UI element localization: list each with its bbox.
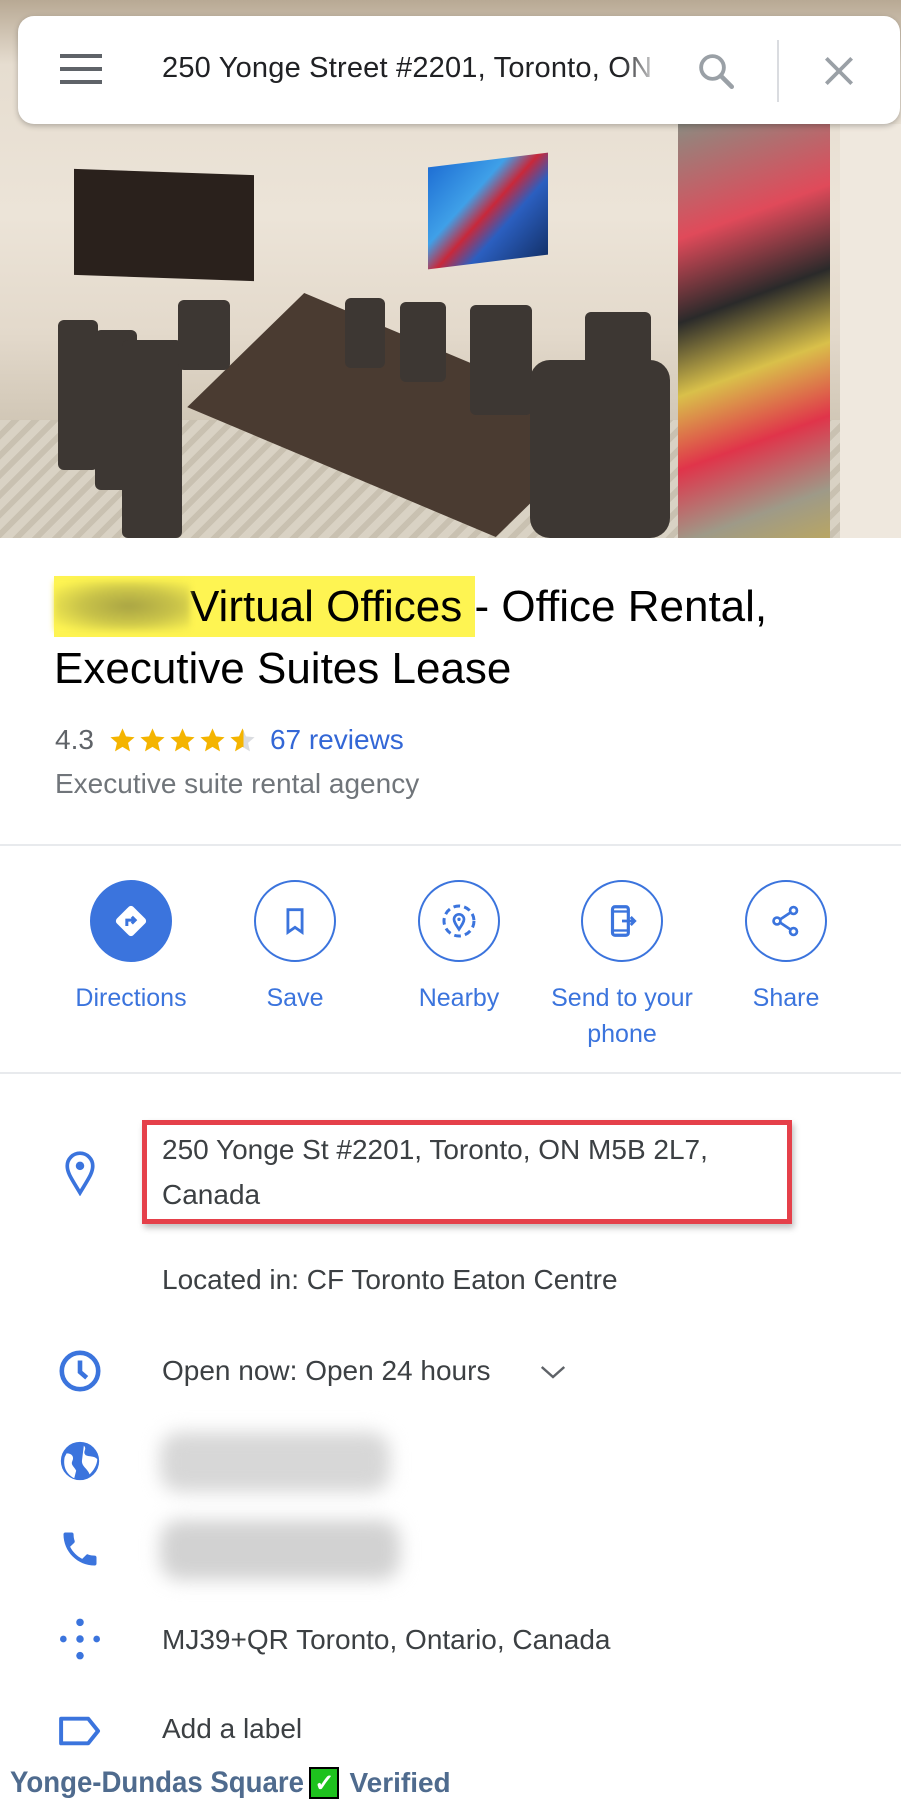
website-link[interactable]	[160, 1432, 390, 1492]
hours[interactable]: Open now: Open 24 hours	[162, 1348, 568, 1393]
verified-banner: Yonge-Dundas Square ✓ Verified	[10, 1766, 451, 1800]
send-to-phone-button[interactable]: Send to your phone	[542, 880, 702, 1052]
photo-chair	[122, 340, 182, 538]
close-icon[interactable]	[820, 52, 858, 90]
checkmark-icon: ✓	[309, 1767, 340, 1799]
star-icon	[230, 727, 255, 751]
save-label: Save	[266, 984, 324, 1012]
address-line-2: Canada	[162, 1179, 261, 1210]
photo-chair	[400, 302, 446, 382]
star-icon	[110, 727, 135, 751]
search-input[interactable]: 250 Yonge Street #2201, Toronto, ON M5B …	[162, 52, 662, 85]
directions-icon	[90, 880, 172, 962]
action-buttons: Directions Save Nearby Send to your phon…	[0, 880, 901, 1060]
verified-place-name: Yonge-Dundas Square	[10, 1766, 304, 1799]
photo-chair	[345, 298, 385, 368]
add-label-link[interactable]: Add a label	[162, 1706, 302, 1751]
clock-icon	[55, 1346, 105, 1396]
save-button[interactable]: Save	[215, 880, 375, 1016]
plus-code-icon	[55, 1614, 105, 1664]
chevron-down-icon[interactable]	[538, 1362, 568, 1382]
photo-artwork-tall	[678, 124, 830, 538]
search-bar: 250 Yonge Street #2201, Toronto, ON M5B …	[18, 16, 900, 124]
location-pin-icon	[55, 1148, 105, 1198]
nearby-icon	[418, 880, 500, 962]
star-icon	[170, 727, 195, 751]
phone-icon	[55, 1524, 105, 1574]
redacted-brand-name	[54, 581, 190, 631]
star-icon	[200, 727, 225, 751]
reviews-link[interactable]: 67 reviews	[270, 724, 404, 756]
directions-label: Directions	[75, 984, 187, 1012]
share-icon	[745, 880, 827, 962]
search-divider	[777, 40, 779, 102]
photo-chair	[530, 360, 670, 538]
star-icon	[140, 727, 165, 751]
share-button[interactable]: Share	[706, 880, 866, 1016]
rating-value: 4.3	[55, 724, 94, 755]
verified-label: Verified	[349, 1767, 451, 1798]
place-category: Executive suite rental agency	[55, 768, 420, 799]
photo-chair	[470, 305, 532, 415]
title-highlight: Virtual Offices	[54, 576, 475, 637]
label-tag-icon	[55, 1706, 105, 1756]
title-highlighted-text: Virtual Offices	[190, 582, 463, 631]
nearby-button[interactable]: Nearby	[379, 880, 539, 1016]
bookmark-icon	[254, 880, 336, 962]
photo-chair	[178, 300, 230, 370]
nearby-label: Nearby	[418, 984, 500, 1012]
search-icon[interactable]	[695, 50, 737, 92]
photo-chair	[58, 320, 98, 470]
divider	[0, 844, 901, 846]
divider	[0, 1072, 901, 1074]
hamburger-menu-icon[interactable]	[60, 54, 102, 86]
photo-artwork-blue	[428, 152, 548, 270]
located-in[interactable]: Located in: CF Toronto Eaton Centre	[162, 1257, 618, 1302]
send-to-phone-label: Send to your phone	[551, 984, 693, 1048]
photo-tv	[74, 168, 254, 282]
rating-row: 4.3 67 reviews	[55, 720, 404, 760]
place-title: Virtual Offices - Office Rental, Executi…	[54, 576, 874, 700]
address[interactable]: 250 Yonge St #2201, Toronto, ON M5B 2L7,…	[162, 1127, 708, 1217]
star-rating	[108, 726, 258, 755]
plus-code[interactable]: MJ39+QR Toronto, Ontario, Canada	[162, 1617, 611, 1662]
phone-number[interactable]	[160, 1520, 400, 1580]
address-line-1: 250 Yonge St #2201, Toronto, ON M5B 2L7,	[162, 1134, 708, 1165]
hours-text: Open now: Open 24 hours	[162, 1355, 491, 1386]
photo-wall	[840, 124, 901, 538]
globe-icon	[55, 1436, 105, 1486]
share-label: Share	[752, 984, 820, 1012]
send-to-phone-icon	[581, 880, 663, 962]
directions-button[interactable]: Directions	[51, 880, 211, 1016]
